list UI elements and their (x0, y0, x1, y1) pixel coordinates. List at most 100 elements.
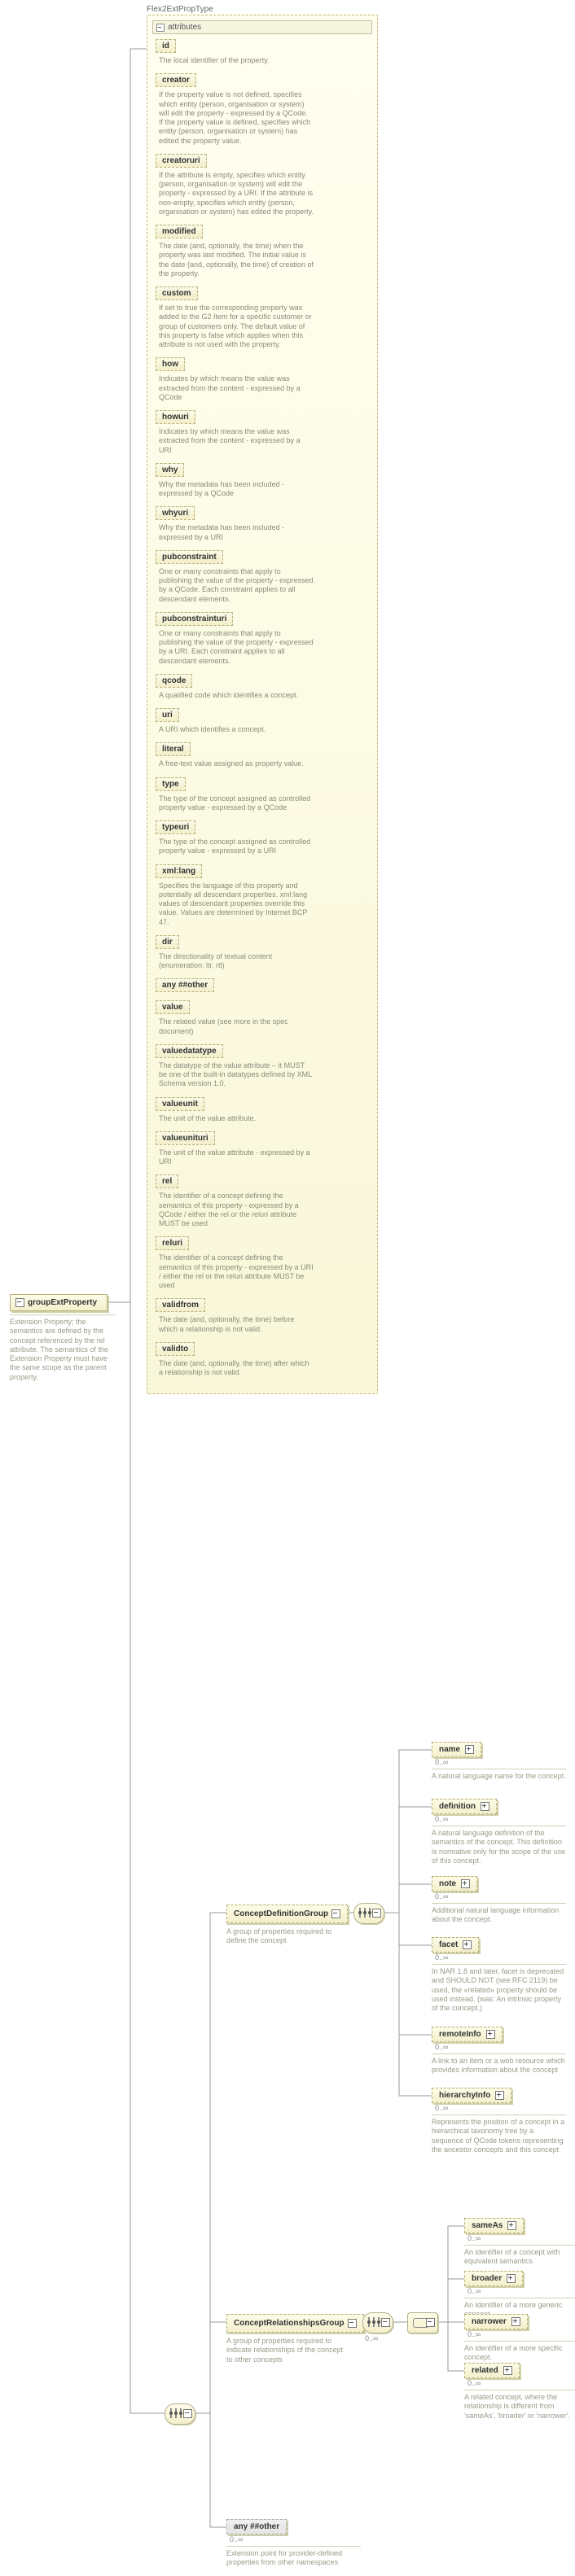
attribute-name[interactable]: howuri (156, 410, 195, 424)
attribute-name[interactable]: pubconstrainturi (156, 612, 233, 626)
group-concept-definition[interactable]: ConceptDefinitionGroup (226, 1905, 348, 1923)
collapse-icon[interactable] (426, 2318, 435, 2327)
element-cardinality: 0..∞ (432, 2043, 566, 2051)
attribute-row: pubconstraintOne or many constraints tha… (156, 550, 369, 604)
attribute-row: creatoruriIf the attribute is empty, spe… (156, 154, 369, 216)
attribute-doc: The type of the concept assigned as cont… (159, 794, 314, 813)
element-doc: A link to an item or a web resource whic… (432, 2053, 566, 2075)
element-cardinality: 0..∞ (464, 2330, 575, 2338)
choice-connector[interactable] (407, 2312, 438, 2333)
root-element-doc: Extension Property; the semantics are de… (10, 1314, 116, 1382)
attribute-name[interactable]: value (156, 1000, 190, 1014)
expand-icon[interactable] (507, 2221, 516, 2230)
attribute-row: valueunituri The unit of the value attrib… (156, 1131, 369, 1167)
element-label: sameAs (472, 2221, 503, 2230)
collapse-icon[interactable] (331, 1909, 340, 1918)
attribute-row: howuriIndicates by which means the value… (156, 410, 369, 455)
element-any-other: any ##other 0..∞ Extension point for pro… (226, 2519, 361, 2568)
element-box[interactable]: definition (432, 1799, 497, 1814)
attribute-name[interactable]: qcode (156, 674, 192, 688)
sequence-connector[interactable] (165, 2403, 195, 2425)
element-box[interactable]: remoteInfo (432, 2027, 503, 2042)
element-box[interactable]: note (432, 1876, 477, 1892)
attribute-name[interactable]: dir (156, 935, 179, 949)
attribute-doc: A free-text value assigned as property v… (159, 759, 314, 768)
element-doc: An identifier of a concept with equivale… (464, 2245, 575, 2267)
attribute-name[interactable]: rel (156, 1174, 178, 1188)
attribute-doc: The type of the concept assigned as cont… (159, 838, 314, 856)
element-box[interactable]: hierarchyInfo (432, 2088, 511, 2103)
collapse-icon[interactable] (183, 2409, 192, 2418)
element-box[interactable]: sameAs (464, 2218, 524, 2233)
attribute-name[interactable]: valueunituri (156, 1131, 215, 1145)
attribute-name[interactable]: valuedatatype (156, 1044, 223, 1058)
element-cardinality: 0..∞ (464, 2379, 575, 2387)
element-label: hierarchyInfo (439, 2091, 490, 2100)
group-concept-relationships[interactable]: ConceptRelationshipsGroup (226, 2314, 364, 2333)
attribute-doc: A qualified code which identifies a conc… (159, 691, 314, 700)
element-box[interactable]: any ##other (226, 2519, 287, 2534)
attribute-name[interactable]: creator (156, 73, 196, 87)
element-name: name0..∞A natural language name for the … (432, 1742, 566, 1781)
attribute-row: whyuriWhy the metadata has been included… (156, 506, 369, 542)
attribute-name[interactable]: uri (156, 708, 179, 722)
attribute-name[interactable]: validfrom (156, 1298, 205, 1312)
sequence-connector[interactable] (362, 2312, 393, 2333)
collapse-icon[interactable] (15, 1298, 24, 1307)
attribute-name[interactable]: type (156, 777, 186, 791)
element-sameas: sameAs 0..∞ An identifier of a concept wit… (464, 2218, 575, 2267)
attribute-name[interactable]: any ##other (156, 978, 214, 992)
expand-icon[interactable] (507, 2274, 516, 2283)
attribute-name[interactable]: valueunit (156, 1097, 204, 1111)
attribute-name[interactable]: pubconstraint (156, 550, 223, 564)
attribute-doc: The date (and, optionally, the time) whe… (159, 242, 314, 278)
element-box[interactable]: related (464, 2363, 520, 2378)
attribute-row: type The type of the concept assigned as … (156, 777, 369, 813)
attribute-name[interactable]: whyuri (156, 506, 195, 520)
collapse-icon[interactable] (156, 24, 165, 32)
expand-icon[interactable] (511, 2317, 520, 2326)
attributes-container: attributes idThe local identifier of the… (147, 15, 378, 1394)
root-element-label: groupExtProperty (28, 1298, 97, 1307)
expand-icon[interactable] (463, 1940, 472, 1949)
attribute-name[interactable]: id (156, 39, 176, 53)
attribute-name[interactable]: why (156, 463, 184, 477)
element-label: definition (439, 1802, 476, 1811)
expand-icon[interactable] (481, 1802, 489, 1811)
element-note: note0..∞Additional natural language info… (432, 1876, 566, 1925)
attribute-name[interactable]: literal (156, 742, 191, 756)
attribute-name[interactable]: modified (156, 225, 203, 238)
collapse-icon[interactable] (381, 2318, 390, 2327)
attribute-name[interactable]: xml:lang (156, 864, 202, 878)
element-box[interactable]: name (432, 1742, 481, 1757)
element-box[interactable]: facet (432, 1937, 479, 1953)
attribute-name[interactable]: custom (156, 286, 198, 300)
expand-icon[interactable] (495, 2091, 504, 2100)
sequence-connector[interactable] (353, 1903, 384, 1924)
expand-icon[interactable] (465, 1745, 474, 1754)
collapse-icon[interactable] (348, 2319, 357, 2328)
element-box[interactable]: broader (464, 2271, 523, 2286)
attribute-row: qcode A qualified code which identifies a… (156, 674, 369, 700)
attribute-name[interactable]: creatoruri (156, 154, 207, 168)
sequence-cardinality: 0..∞ (365, 2334, 378, 2342)
element-cardinality: 0..∞ (432, 2104, 566, 2112)
attribute-name[interactable]: reluri (156, 1236, 189, 1250)
collapse-icon[interactable] (372, 1909, 381, 1918)
attribute-row: valuedatatypeThe datatype of the value a… (156, 1044, 369, 1089)
attribute-doc: The date (and, optionally, the time) aft… (159, 1359, 314, 1378)
attribute-name[interactable]: how (156, 357, 185, 371)
element-cardinality: 0..∞ (464, 2234, 575, 2242)
element-cardinality: 0..∞ (226, 2535, 361, 2543)
expand-icon[interactable] (461, 1879, 470, 1888)
attribute-name[interactable]: typeuri (156, 820, 195, 834)
element-label: remoteInfo (439, 2030, 481, 2039)
element-cardinality: 0..∞ (432, 1815, 566, 1823)
attribute-name[interactable]: validto (156, 1342, 195, 1356)
expand-icon[interactable] (486, 2030, 495, 2039)
root-element-box[interactable]: groupExtProperty (10, 1294, 108, 1311)
attribute-doc: The unit of the value attribute - expres… (159, 1148, 314, 1167)
attributes-header[interactable]: attributes (152, 20, 372, 34)
element-box[interactable]: narrower (464, 2314, 528, 2329)
expand-icon[interactable] (503, 2366, 512, 2375)
